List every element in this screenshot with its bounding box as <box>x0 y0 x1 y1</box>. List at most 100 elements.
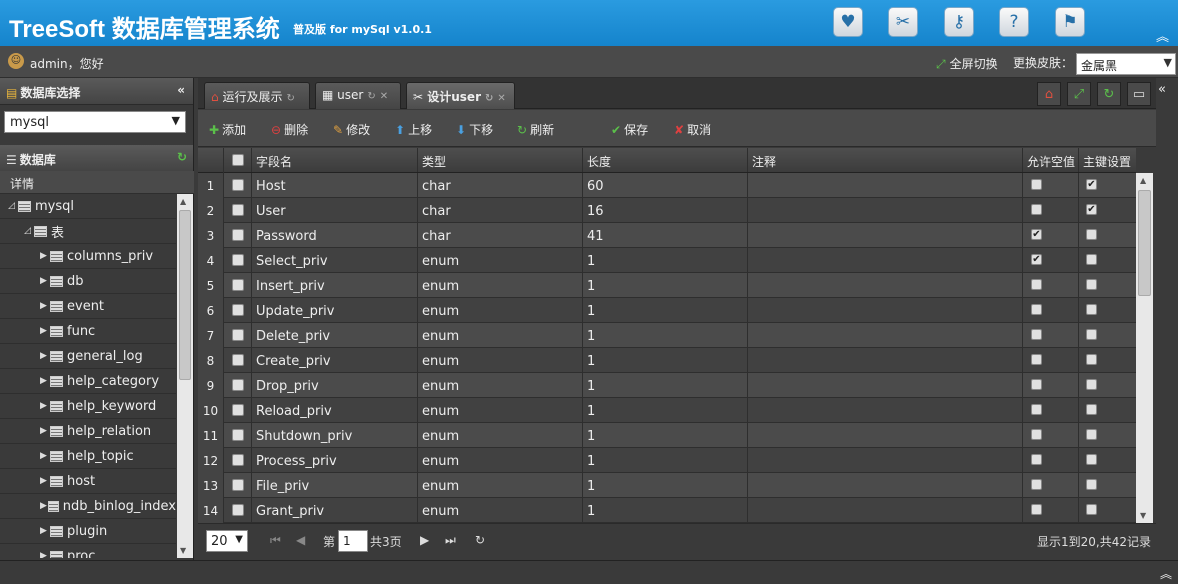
grid-scrollbar[interactable]: ▲ ▼ <box>1136 173 1153 523</box>
row-checkbox[interactable] <box>232 379 244 391</box>
collapse-left-icon[interactable]: « <box>177 83 185 97</box>
length-cell[interactable]: 1 <box>587 379 595 394</box>
scroll-down-icon[interactable]: ▼ <box>180 546 186 555</box>
field-name-cell[interactable]: Delete_priv <box>256 329 330 344</box>
field-name-cell[interactable]: User <box>256 204 286 219</box>
col-type-header[interactable]: 类型 <box>422 153 446 170</box>
tree-node-table[interactable]: ▶ plugin <box>0 519 176 544</box>
pk-checkbox[interactable] <box>1086 279 1097 290</box>
pk-checkbox[interactable] <box>1086 404 1097 415</box>
type-cell[interactable]: enum <box>422 354 459 369</box>
pk-checkbox[interactable] <box>1086 379 1097 390</box>
field-name-cell[interactable]: Password <box>256 229 317 244</box>
reload-icon[interactable]: ↻ <box>485 93 493 104</box>
length-cell[interactable]: 1 <box>587 254 595 269</box>
pk-checkbox[interactable] <box>1086 254 1097 265</box>
page-size-select[interactable]: 20 ▼ <box>206 530 248 552</box>
row-checkbox[interactable] <box>232 179 244 191</box>
col-comment-header[interactable]: 注释 <box>752 153 776 170</box>
row-checkbox[interactable] <box>232 504 244 516</box>
field-name-cell[interactable]: Update_priv <box>256 304 334 319</box>
move-down-button[interactable]: ⬇ 下移 <box>456 121 493 138</box>
tree-node-table[interactable]: ▶ db <box>0 269 176 294</box>
tree-scrollbar[interactable]: ▲ ▼ <box>177 194 193 558</box>
pk-checkbox[interactable] <box>1086 504 1097 515</box>
tree-node-table[interactable]: ▶ proc <box>0 544 176 558</box>
table-row[interactable]: 3 Password char 41 ✔ <box>198 223 1136 248</box>
length-cell[interactable]: 1 <box>587 429 595 444</box>
field-name-cell[interactable]: Host <box>256 179 286 194</box>
length-cell[interactable]: 1 <box>587 504 595 519</box>
length-cell[interactable]: 1 <box>587 279 595 294</box>
pk-checkbox[interactable] <box>1086 304 1097 315</box>
pk-checkbox[interactable]: ✔ <box>1086 179 1097 190</box>
add-button[interactable]: ✚ 添加 <box>209 121 246 138</box>
tab-run[interactable]: ⌂ 运行及展示 ↻ <box>204 82 310 109</box>
fullscreen-icon[interactable]: ⤢ <box>1067 82 1091 106</box>
edit-button[interactable]: ✎ 修改 <box>333 121 370 138</box>
table-row[interactable]: 14 Grant_priv enum 1 <box>198 498 1136 523</box>
scroll-thumb[interactable] <box>1138 190 1151 296</box>
col-field-header[interactable]: 字段名 <box>256 153 292 170</box>
nullable-checkbox[interactable] <box>1031 279 1042 290</box>
table-row[interactable]: 12 Process_priv enum 1 <box>198 448 1136 473</box>
scroll-up-icon[interactable]: ▲ <box>1140 176 1146 185</box>
select-all-checkbox[interactable] <box>232 154 244 166</box>
row-checkbox[interactable] <box>232 229 244 241</box>
length-cell[interactable]: 1 <box>587 304 595 319</box>
refresh-button[interactable]: ↻ 刷新 <box>517 121 554 138</box>
type-cell[interactable]: enum <box>422 379 459 394</box>
nullable-checkbox[interactable] <box>1031 479 1042 490</box>
fullscreen-button[interactable]: ⤢ 全屏切换 <box>936 55 998 72</box>
tree-node-table[interactable]: ▶ func <box>0 319 176 344</box>
collapse-header-icon[interactable]: ︽ <box>1156 26 1169 45</box>
scroll-down-icon[interactable]: ▼ <box>1140 511 1146 520</box>
reload-page-icon[interactable]: ↻ <box>475 533 485 547</box>
nullable-checkbox[interactable] <box>1031 204 1042 215</box>
table-row[interactable]: 8 Create_priv enum 1 <box>198 348 1136 373</box>
window-icon[interactable]: ▭ <box>1127 82 1151 106</box>
length-cell[interactable]: 41 <box>587 229 604 244</box>
row-checkbox[interactable] <box>232 479 244 491</box>
table-row[interactable]: 1 Host char 60 ✔ <box>198 173 1136 198</box>
field-name-cell[interactable]: Process_priv <box>256 454 337 469</box>
delete-button[interactable]: ⊖ 删除 <box>271 121 308 138</box>
type-cell[interactable]: enum <box>422 304 459 319</box>
field-name-cell[interactable]: Select_priv <box>256 254 328 269</box>
type-cell[interactable]: char <box>422 204 451 219</box>
nullable-checkbox[interactable] <box>1031 379 1042 390</box>
page-number-input[interactable]: 1 <box>338 530 368 552</box>
save-button[interactable]: ✔ 保存 <box>611 121 648 138</box>
type-cell[interactable]: enum <box>422 279 459 294</box>
type-cell[interactable]: enum <box>422 329 459 344</box>
row-checkbox[interactable] <box>232 354 244 366</box>
nullable-checkbox[interactable] <box>1031 429 1042 440</box>
field-name-cell[interactable]: Create_priv <box>256 354 331 369</box>
home-icon[interactable]: ⌂ <box>1037 82 1061 106</box>
tree-node-table[interactable]: ▶ ndb_binlog_index <box>0 494 176 519</box>
move-up-button[interactable]: ⬆ 上移 <box>395 121 432 138</box>
skin-select[interactable]: 金属黑 ▼ <box>1076 53 1176 75</box>
type-cell[interactable]: char <box>422 179 451 194</box>
type-cell[interactable]: enum <box>422 454 459 469</box>
key-icon[interactable]: ⚷ <box>944 7 974 37</box>
table-row[interactable]: 10 Reload_priv enum 1 <box>198 398 1136 423</box>
type-cell[interactable]: enum <box>422 254 459 269</box>
table-row[interactable]: 2 User char 16 ✔ <box>198 198 1136 223</box>
cancel-button[interactable]: ✘ 取消 <box>674 121 711 138</box>
type-cell[interactable]: enum <box>422 504 459 519</box>
close-icon[interactable]: ✕ <box>497 93 505 104</box>
table-row[interactable]: 6 Update_priv enum 1 <box>198 298 1136 323</box>
pk-checkbox[interactable] <box>1086 429 1097 440</box>
scroll-up-icon[interactable]: ▲ <box>180 197 186 206</box>
nullable-checkbox[interactable] <box>1031 354 1042 365</box>
pk-checkbox[interactable]: ✔ <box>1086 204 1097 215</box>
refresh-db-icon[interactable]: ↻ <box>177 150 187 164</box>
table-row[interactable]: 4 Select_priv enum 1 ✔ <box>198 248 1136 273</box>
nullable-checkbox[interactable] <box>1031 504 1042 515</box>
tab-user[interactable]: ▦ user ↻ ✕ <box>315 82 401 109</box>
tools-icon[interactable]: ✂ <box>888 7 918 37</box>
table-row[interactable]: 9 Drop_priv enum 1 <box>198 373 1136 398</box>
row-checkbox[interactable] <box>232 279 244 291</box>
nullable-checkbox[interactable] <box>1031 304 1042 315</box>
